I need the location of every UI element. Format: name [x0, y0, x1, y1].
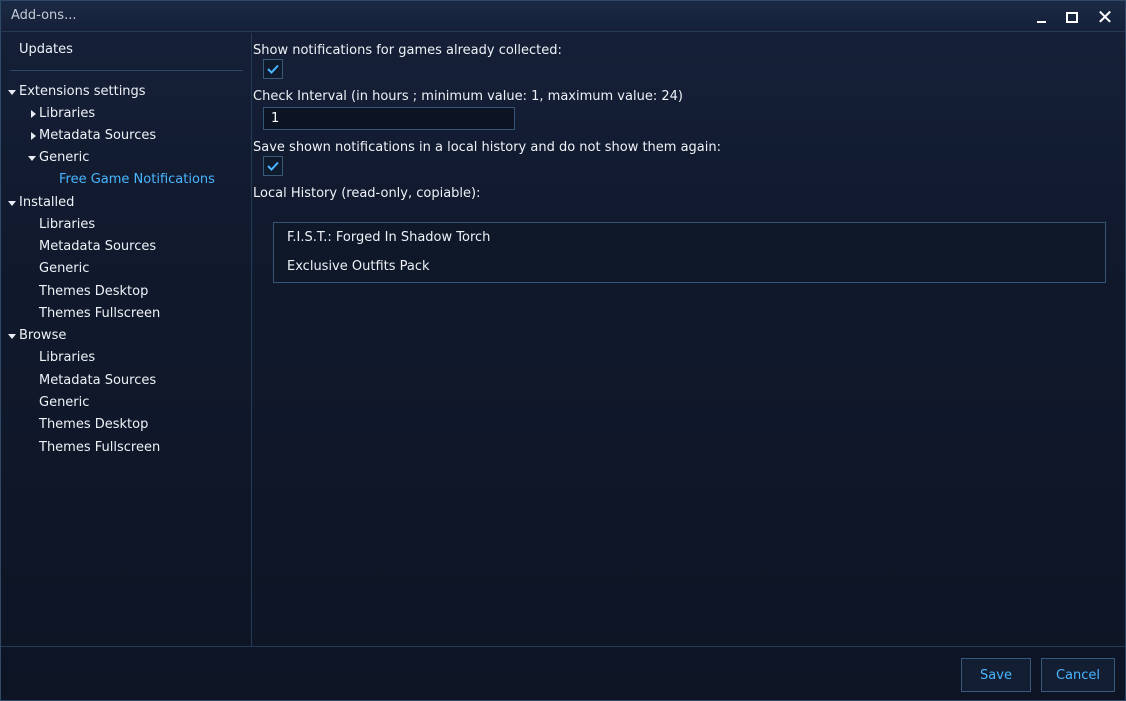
window-title: Add-ons... — [11, 8, 77, 23]
sidebar-item-browse-generic[interactable]: Generic — [39, 395, 89, 410]
sidebar-item-installed-libraries[interactable]: Libraries — [39, 217, 95, 232]
maximize-button[interactable] — [1058, 5, 1086, 29]
expand-arrow-right-icon[interactable] — [31, 110, 36, 118]
history-entry[interactable]: Exclusive Outfits Pack — [287, 259, 430, 274]
minimize-button[interactable] — [1027, 5, 1055, 29]
sidebar-item-browse-themes-fullscreen[interactable]: Themes Fullscreen — [39, 440, 160, 455]
check-interval-input[interactable]: 1 — [263, 107, 515, 130]
local-history-textbox[interactable]: F.I.S.T.: Forged In Shadow Torch Exclusi… — [273, 222, 1106, 283]
history-entry[interactable]: F.I.S.T.: Forged In Shadow Torch — [287, 230, 490, 245]
close-icon: ✕ — [1096, 5, 1114, 29]
sidebar-item-installed-metadata-sources[interactable]: Metadata Sources — [39, 239, 156, 254]
sidebar-group-extensions-settings[interactable]: Extensions settings — [19, 84, 146, 99]
addons-window: Add-ons... ✕ Updates Extensions settings… — [0, 0, 1126, 701]
sidebar-item-ext-libraries[interactable]: Libraries — [39, 106, 95, 121]
sidebar: Updates Extensions settings Libraries Me… — [1, 33, 252, 646]
expand-arrow-down-icon[interactable] — [28, 156, 36, 161]
cancel-button[interactable]: Cancel — [1041, 658, 1115, 692]
check-interval-label: Check Interval (in hours ; minimum value… — [253, 89, 683, 104]
sidebar-item-updates[interactable]: Updates — [19, 42, 73, 57]
show-collected-checkbox[interactable] — [263, 59, 283, 79]
sidebar-group-installed[interactable]: Installed — [19, 195, 74, 210]
sidebar-divider — [10, 70, 243, 71]
sidebar-item-browse-metadata-sources[interactable]: Metadata Sources — [39, 373, 156, 388]
sidebar-item-installed-themes-desktop[interactable]: Themes Desktop — [39, 284, 148, 299]
title-bar: Add-ons... ✕ — [1, 1, 1125, 32]
expand-arrow-down-icon[interactable] — [8, 334, 16, 339]
sidebar-item-installed-themes-fullscreen[interactable]: Themes Fullscreen — [39, 306, 160, 321]
expand-arrow-down-icon[interactable] — [8, 201, 16, 206]
show-collected-label: Show notifications for games already col… — [253, 43, 562, 58]
minimize-icon — [1036, 20, 1046, 23]
sidebar-group-browse[interactable]: Browse — [19, 328, 66, 343]
sidebar-item-ext-generic[interactable]: Generic — [39, 150, 89, 165]
maximize-icon — [1066, 11, 1078, 23]
save-history-checkbox[interactable] — [263, 156, 283, 176]
sidebar-item-installed-generic[interactable]: Generic — [39, 261, 89, 276]
close-button[interactable]: ✕ — [1091, 5, 1119, 29]
footer-bar: Save Cancel — [1, 646, 1125, 700]
checkmark-icon — [267, 64, 279, 74]
local-history-label: Local History (read-only, copiable): — [253, 186, 481, 201]
sidebar-item-browse-libraries[interactable]: Libraries — [39, 350, 95, 365]
sidebar-item-ext-metadata-sources[interactable]: Metadata Sources — [39, 128, 156, 143]
sidebar-item-free-game-notifications[interactable]: Free Game Notifications — [59, 172, 215, 187]
save-history-label: Save shown notifications in a local hist… — [253, 140, 721, 155]
sidebar-item-browse-themes-desktop[interactable]: Themes Desktop — [39, 417, 148, 432]
expand-arrow-down-icon[interactable] — [8, 90, 16, 95]
checkmark-icon — [267, 161, 279, 171]
expand-arrow-right-icon[interactable] — [31, 132, 36, 140]
settings-panel: Show notifications for games already col… — [253, 33, 1125, 646]
save-button[interactable]: Save — [961, 658, 1031, 692]
